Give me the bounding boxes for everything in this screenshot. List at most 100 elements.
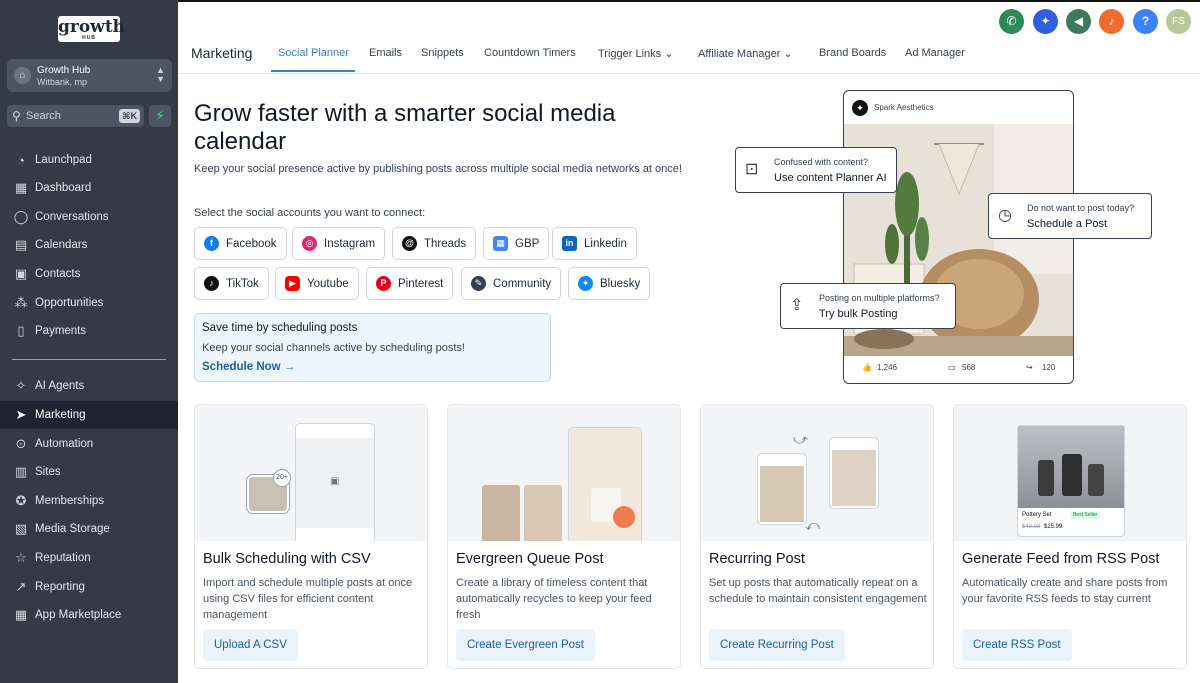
- connect-youtube-button[interactable]: ▶ Youtube: [275, 267, 359, 300]
- sidebar-item-reporting[interactable]: ↗ Reporting: [0, 573, 178, 601]
- sidebar-item-label: AI Agents: [35, 380, 85, 392]
- sidebar-item-label: Calendars: [35, 239, 88, 251]
- sites-icon: ▥: [14, 464, 28, 479]
- sidebar-item-reputation[interactable]: ☆ Reputation: [0, 544, 178, 572]
- chip-label: Instagram: [324, 237, 376, 250]
- tab-snippets[interactable]: Snippets: [421, 47, 464, 59]
- section-title: Marketing: [191, 45, 253, 61]
- tab-trigger-links[interactable]: Trigger Links ⌄: [598, 47, 673, 60]
- connect-instagram-button[interactable]: ◎ Instagram: [292, 227, 386, 260]
- megaphone-icon[interactable]: ◀: [1066, 9, 1091, 34]
- image-icon: ▧: [14, 521, 28, 536]
- sidebar-item-launchpad[interactable]: ◔ Launchpad: [0, 146, 178, 174]
- sidebar-item-contacts[interactable]: ▣ Contacts: [0, 260, 178, 288]
- phone-icon[interactable]: ✆: [999, 9, 1024, 34]
- chevron-down-icon: ⌄: [783, 48, 793, 60]
- bluesky-icon: ✦: [578, 276, 593, 291]
- tab-emails[interactable]: Emails: [369, 47, 402, 59]
- sidebar-item-payments[interactable]: ▯ Payments: [0, 317, 178, 345]
- send-icon: ➤: [15, 407, 27, 422]
- upload-csv-button[interactable]: Upload A CSV: [203, 629, 298, 661]
- card-title: Generate Feed from RSS Post: [962, 551, 1160, 567]
- user-avatar[interactable]: FS: [1166, 9, 1191, 34]
- logo-text: growth: [58, 17, 126, 37]
- tab-affiliate-manager[interactable]: Affiliate Manager ⌄: [698, 47, 793, 60]
- sidebar: growth HUB ⌂ Growth Hub Witbank, mp ▲ ▼ ⚲…: [0, 0, 178, 683]
- search-input[interactable]: ⚲ Search ⌘K: [7, 105, 144, 127]
- create-rss-button[interactable]: Create RSS Post: [962, 629, 1072, 661]
- sidebar-item-memberships[interactable]: ✪ Memberships: [0, 487, 178, 515]
- connect-pinterest-button[interactable]: P Pinterest: [366, 267, 454, 300]
- tab-ad-manager[interactable]: Ad Manager: [905, 47, 965, 59]
- connect-facebook-button[interactable]: f Facebook: [194, 227, 287, 260]
- tab-label: Trigger Links: [598, 48, 662, 60]
- card-title: Evergreen Queue Post: [456, 551, 604, 567]
- sidebar-item-opportunities[interactable]: ⁂ Opportunities: [0, 289, 178, 317]
- tab-social-planner[interactable]: Social Planner: [278, 47, 349, 59]
- sidebar-item-automation[interactable]: ⊙ Automation: [0, 430, 178, 458]
- chevron-updown-icon: ▲ ▼: [156, 65, 165, 84]
- sidebar-item-media-storage[interactable]: ▧ Media Storage: [0, 515, 178, 543]
- quick-action-bolt-icon[interactable]: ⚡: [149, 105, 171, 127]
- sidebar-item-sites[interactable]: ▥ Sites: [0, 458, 178, 486]
- help-icon[interactable]: ?: [1133, 9, 1158, 34]
- sidebar-item-conversations[interactable]: ◯ Conversations: [0, 203, 178, 231]
- tab-brand-boards[interactable]: Brand Boards: [819, 47, 886, 59]
- rss-illustration: Pottery Set Best Seller $49.98 $25.99: [954, 405, 1186, 541]
- facebook-icon: f: [204, 236, 219, 251]
- chip-label: Pinterest: [398, 277, 444, 290]
- select-accounts-label: Select the social accounts you want to c…: [194, 207, 426, 219]
- cycle-arrow-icon: ⤺: [805, 517, 820, 533]
- gbp-icon: ▦: [493, 236, 508, 251]
- connect-tiktok-button[interactable]: ♪ TikTok: [194, 267, 269, 300]
- connect-bluesky-button[interactable]: ✦ Bluesky: [568, 267, 651, 300]
- tab-countdown-timers[interactable]: Countdown Timers: [484, 47, 576, 59]
- sidebar-item-ai-agents[interactable]: ✧ AI Agents: [0, 372, 178, 400]
- chat-icon: ◯: [13, 209, 29, 224]
- connect-community-button[interactable]: ✎ Community: [461, 267, 562, 300]
- connect-gbp-button[interactable]: ▦ GBP: [483, 227, 550, 260]
- upload-icon: ⇪: [790, 297, 804, 314]
- connect-threads-button[interactable]: @ Threads: [392, 227, 477, 260]
- arrow-right-icon: →: [283, 361, 296, 373]
- sidebar-item-dashboard[interactable]: ▦ Dashboard: [0, 174, 178, 202]
- rocket-icon: ◔: [17, 152, 25, 168]
- ai-sparkle-icon[interactable]: ✦: [1033, 9, 1058, 34]
- bulk-posting-callout[interactable]: ⇪ Posting on multiple platforms? Try bul…: [780, 283, 956, 329]
- callout-action: Try bulk Posting: [819, 308, 898, 320]
- sidebar-item-app-marketplace[interactable]: ▦ App Marketplace: [0, 601, 178, 629]
- account-switcher[interactable]: ⌂ Growth Hub Witbank, mp ▲ ▼: [7, 59, 172, 92]
- growth-hub-logo[interactable]: growth HUB: [58, 16, 125, 42]
- mini-phone-mockup: ▣: [295, 423, 375, 541]
- card-description: Import and schedule multiple posts at on…: [203, 577, 413, 621]
- chip-label: Youtube: [307, 277, 349, 290]
- create-recurring-button[interactable]: Create Recurring Post: [709, 629, 845, 661]
- vase-image: [1038, 460, 1054, 496]
- create-evergreen-button[interactable]: Create Evergreen Post: [456, 629, 595, 661]
- hero-title: Grow faster with a smarter social media …: [194, 100, 616, 155]
- card-description: Set up posts that automatically repeat o…: [709, 577, 927, 605]
- connect-linkedin-button[interactable]: in Linkedin: [552, 227, 637, 260]
- top-border: [178, 0, 1200, 2]
- sidebar-item-calendars[interactable]: ▤ Calendars: [0, 231, 178, 259]
- search-icon: ⚲: [12, 109, 21, 123]
- automation-icon: ⊙: [15, 436, 27, 451]
- contacts-icon: ▣: [14, 266, 28, 281]
- sidebar-item-marketing[interactable]: ➤ Marketing: [0, 401, 178, 429]
- content-planner-ai-callout[interactable]: ⊡ Confused with content? Use content Pla…: [735, 147, 897, 193]
- schedule-now-link[interactable]: Schedule Now →: [202, 361, 295, 373]
- callout-question: Posting on multiple platforms?: [819, 293, 940, 303]
- comment-icon: ▭: [948, 363, 956, 372]
- schedule-post-callout[interactable]: ◷ Do not want to post today? Schedule a …: [988, 193, 1152, 239]
- sidebar-item-label: Reputation: [35, 552, 91, 564]
- community-icon: ✎: [471, 276, 486, 291]
- fruit-image: [613, 506, 635, 528]
- instagram-icon: ◎: [302, 236, 317, 251]
- likes-count: 1,246: [877, 363, 898, 372]
- vase-image: [1088, 464, 1104, 496]
- bell-icon[interactable]: ♪: [1099, 9, 1124, 34]
- product-card: Pottery Set Best Seller $49.98 $25.99: [1017, 425, 1125, 537]
- card-title: Bulk Scheduling with CSV: [203, 551, 371, 567]
- mini-phone-mockup: [829, 437, 879, 509]
- brand-logo-icon: ✦: [852, 100, 868, 116]
